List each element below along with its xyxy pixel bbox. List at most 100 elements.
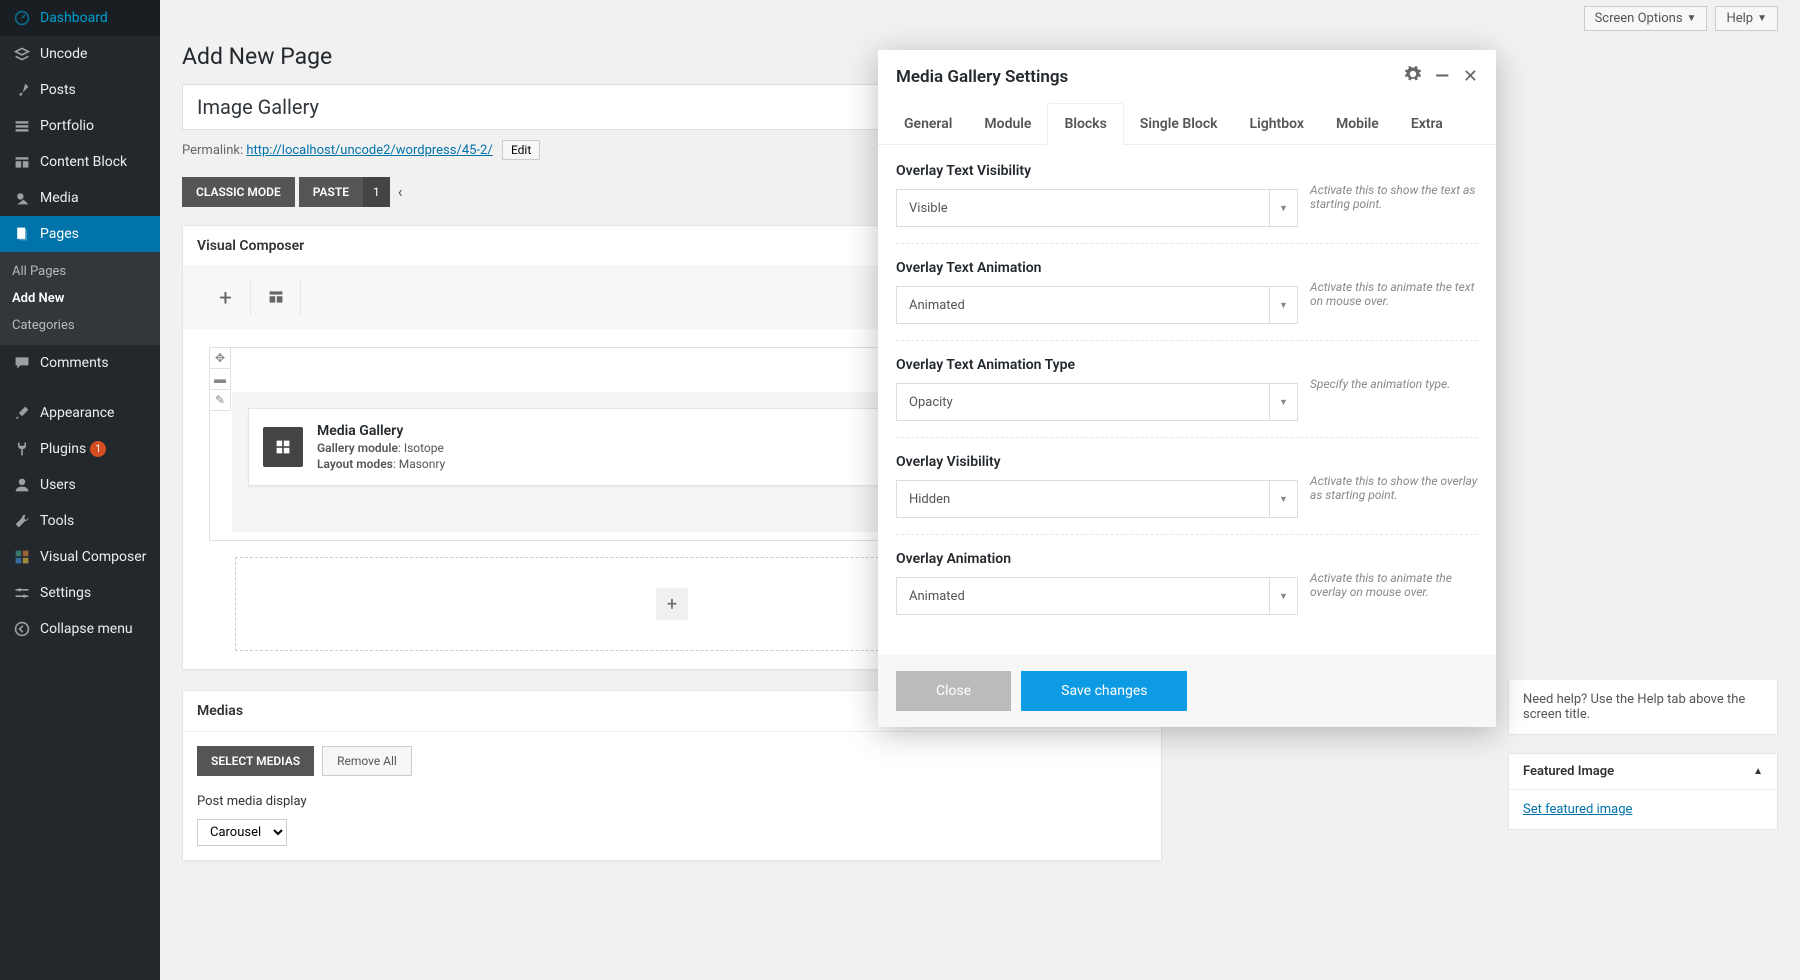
top-row: Screen Options ▼ Help ▼ [182,0,1778,37]
field-select[interactable]: Animated▼ [896,577,1298,615]
sidebar-item-plugins[interactable]: Plugins1 [0,431,160,467]
classic-mode-button[interactable]: CLASSIC MODE [182,177,295,207]
media-icon [12,188,32,208]
sidebar-item-tools[interactable]: Tools [0,503,160,539]
help-button[interactable]: Help ▼ [1715,6,1778,31]
remove-all-button[interactable]: Remove All [322,746,412,776]
field-hint: Activate this to show the text as starti… [1298,163,1478,227]
sidebar-submenu: All Pages Add New Categories [0,252,160,345]
sidebar-item-collapse[interactable]: Collapse menu [0,611,160,647]
sidebar-item-label: Tools [40,513,74,529]
row-handles: ✥ ▬ ✎ [209,348,231,411]
field-value: Hidden [897,492,1269,507]
admin-sidebar: Dashboard Uncode Posts Portfolio Content… [0,0,160,980]
close-icon[interactable]: ✕ [1463,66,1478,87]
sidebar-item-comments[interactable]: Comments [0,345,160,381]
layout-handle[interactable]: ▬ [209,368,231,390]
sidebar-item-dashboard[interactable]: Dashboard [0,0,160,36]
chevron-up-icon: ▲ [1753,766,1763,777]
sidebar-item-settings[interactable]: Settings [0,575,160,611]
permalink-edit-button[interactable]: Edit [502,140,540,160]
sidebar-item-label: Comments [40,355,109,371]
layers-icon [12,44,32,64]
tab-general[interactable]: General [888,103,968,144]
modal-header: Media Gallery Settings — ✕ [878,50,1496,103]
sidebar-item-users[interactable]: Users [0,467,160,503]
sidebar-subitem-all-pages[interactable]: All Pages [0,258,160,285]
field-select[interactable]: Hidden▼ [896,480,1298,518]
permalink-url[interactable]: http://localhost/uncode2/wordpress/45-2/ [246,143,492,158]
tab-module[interactable]: Module [968,103,1047,144]
add-element-button[interactable]: + [201,281,251,315]
sidebar-subitem-add-new[interactable]: Add New [0,285,160,312]
minimize-icon[interactable]: — [1435,66,1449,87]
sidebar-item-uncode[interactable]: Uncode [0,36,160,72]
field-select[interactable]: Opacity▼ [896,383,1298,421]
vc-icon [12,547,32,567]
count-badge: 1 [363,177,390,207]
pencil-icon: ✎ [215,393,225,407]
sidebar-subitem-categories[interactable]: Categories [0,312,160,339]
sidebar-item-label: Content Block [40,154,127,170]
sidebar-item-portfolio[interactable]: Portfolio [0,108,160,144]
field-overlay-text-animation-type: Overlay Text Animation TypeOpacity▼ Spec… [896,357,1478,438]
field-hint: Specify the animation type. [1298,357,1478,421]
sidebar-item-content-block[interactable]: Content Block [0,144,160,180]
modal-title: Media Gallery Settings [896,67,1068,87]
field-select[interactable]: Visible▼ [896,189,1298,227]
add-row-button[interactable]: + [656,588,688,620]
box-header[interactable]: Featured Image▲ [1509,754,1777,790]
chevron-down-icon: ▼ [1269,190,1297,226]
help-text: Need help? Use the Help tab above the sc… [1509,680,1777,734]
paste-button[interactable]: PASTE [299,177,363,207]
tab-lightbox[interactable]: Lightbox [1234,103,1320,144]
media-gallery-settings-modal: Media Gallery Settings — ✕ General Modul… [878,50,1496,727]
gauge-icon [12,8,32,28]
edit-handle[interactable]: ✎ [209,389,231,411]
tab-single-block[interactable]: Single Block [1124,103,1234,144]
field-hint: Activate this to animate the text on mou… [1298,260,1478,324]
pmd-label: Post media display [197,794,1147,809]
move-handle[interactable]: ✥ [209,347,231,369]
chevron-down-icon: ▼ [1687,13,1697,24]
widget-line1: Gallery module: Isotope [317,441,445,455]
chevron-down-icon: ▼ [1269,287,1297,323]
permalink-label: Permalink: [182,143,243,158]
sidebar-item-posts[interactable]: Posts [0,72,160,108]
tab-blocks[interactable]: Blocks [1047,103,1123,145]
block-icon [12,152,32,172]
chevron-left-icon[interactable]: ‹ [390,174,411,209]
widget-text: Media Gallery Gallery module: Isotope La… [317,423,445,471]
layout-icon [268,286,284,311]
sidebar-item-label: Collapse menu [40,621,133,637]
sidebar-item-label: Visual Composer [40,549,146,565]
tab-extra[interactable]: Extra [1395,103,1459,144]
screen-options-button[interactable]: Screen Options ▼ [1584,6,1708,31]
close-button[interactable]: Close [896,671,1011,711]
sidebar-item-label: Pages [40,226,79,242]
tab-mobile[interactable]: Mobile [1320,103,1395,144]
pages-icon [12,224,32,244]
save-changes-button[interactable]: Save changes [1021,671,1187,711]
collapse-icon [12,619,32,639]
sidebar-item-label: Settings [40,585,91,601]
field-overlay-text-animation: Overlay Text AnimationAnimated▼ Activate… [896,260,1478,341]
gear-icon[interactable] [1405,66,1421,87]
sidebar-item-appearance[interactable]: Appearance [0,395,160,431]
label: Screen Options [1595,11,1683,26]
field-label: Overlay Text Visibility [896,163,1298,179]
columns-icon: ▬ [214,372,226,386]
widget-title: Media Gallery [317,423,445,439]
modal-body: Overlay Text Visibility Visible▼ Activate… [878,145,1496,655]
template-button[interactable] [251,281,301,315]
grid-icon [12,116,32,136]
medias-body: SELECT MEDIAS Remove All Post media disp… [183,732,1161,860]
sidebar-item-visual-composer[interactable]: Visual Composer [0,539,160,575]
field-select[interactable]: Animated▼ [896,286,1298,324]
set-featured-image-link[interactable]: Set featured image [1523,802,1632,817]
select-medias-button[interactable]: SELECT MEDIAS [197,746,314,776]
label: Help [1726,11,1753,26]
pmd-select[interactable]: Carousel [197,819,287,846]
sidebar-item-media[interactable]: Media [0,180,160,216]
sidebar-item-pages[interactable]: Pages [0,216,160,252]
